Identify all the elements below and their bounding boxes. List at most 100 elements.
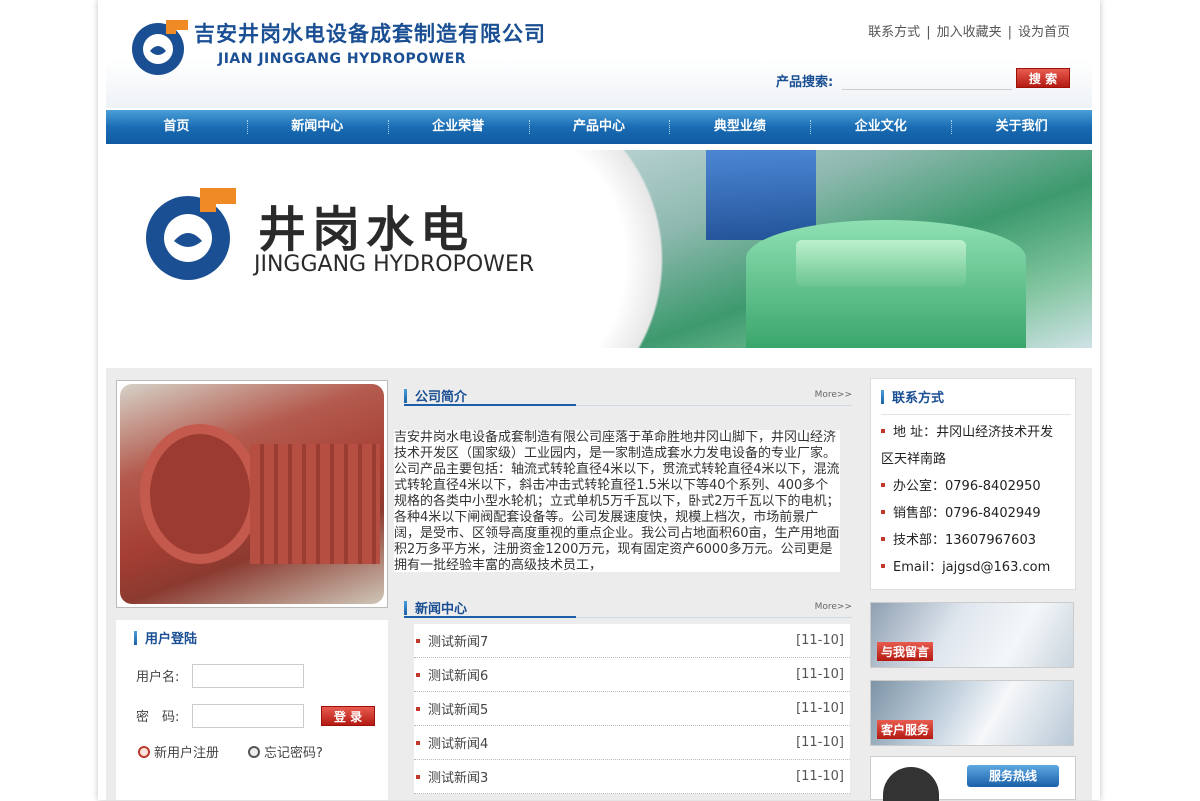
username-label: 用户名: xyxy=(136,670,180,685)
turbine-drum xyxy=(250,444,380,564)
banner-title-cn: 井岗水电 xyxy=(258,202,475,258)
news-item-title[interactable]: 测试新闻3 xyxy=(428,767,488,786)
news-item-title[interactable]: 测试新闻5 xyxy=(428,699,488,718)
news-item-date: [11-10] xyxy=(796,701,844,716)
nav-news[interactable]: 新闻中心 xyxy=(246,110,388,144)
password-label: 密 码: xyxy=(136,710,180,725)
header: 吉安井岗水电设备成套制造有限公司 JIAN JINGGANG HYDROPOWE… xyxy=(106,0,1092,108)
title-underline xyxy=(404,404,576,406)
company-name-cn: 吉安井岗水电设备成套制造有限公司 xyxy=(194,22,546,46)
message-banner[interactable]: 与我留言 xyxy=(870,602,1074,668)
intro-title-text: 公司简介 xyxy=(415,390,468,405)
news-item[interactable]: 测试新闻6 [11-10] xyxy=(414,658,850,692)
contact-sales: 销售部：0796-8402949 xyxy=(881,500,1071,527)
contact-email: Email：jajgsd@163.com xyxy=(881,554,1071,581)
news-item[interactable]: 测试新闻7 [11-10] xyxy=(414,624,850,658)
hotline-banner[interactable]: 服务热线 xyxy=(870,756,1076,801)
contact-line: 技术部：13607967603 xyxy=(893,533,1036,548)
bullet-icon xyxy=(881,510,885,514)
nav-about[interactable]: 关于我们 xyxy=(951,110,1092,144)
message-banner-text: 与我留言 xyxy=(877,642,934,661)
news-item-date: [11-10] xyxy=(796,735,844,750)
bullet-icon xyxy=(881,483,885,487)
phone-icon xyxy=(883,767,939,801)
forgot-text: 忘记密码? xyxy=(264,746,323,761)
divider: | xyxy=(1007,25,1012,40)
magnifier-icon xyxy=(248,746,260,758)
news-item-date: [11-10] xyxy=(796,769,844,784)
contact-line: 地 址：井冈山经济技术开发 xyxy=(893,425,1054,440)
link-contact[interactable]: 联系方式 xyxy=(868,25,920,40)
bullet-icon xyxy=(416,774,420,779)
news-item[interactable]: 测试新闻3 [11-10] xyxy=(414,760,850,794)
service-banner[interactable]: 客户服务 xyxy=(870,680,1074,746)
forgot-password-link[interactable]: 忘记密码? xyxy=(248,742,323,761)
intro-more-link[interactable]: More>> xyxy=(815,390,852,400)
bullet-icon xyxy=(416,638,420,643)
title-bar-icon xyxy=(881,390,884,404)
content-area: 用户登陆 用户名: 密 码: 登 录 新用户注册 忘记密码? 公司简介 More… xyxy=(106,368,1092,801)
news-item-title[interactable]: 测试新闻7 xyxy=(428,631,488,650)
top-links: 联系方式 | 加入收藏夹 | 设为首页 xyxy=(868,21,1070,40)
company-logo-icon[interactable] xyxy=(130,18,190,76)
contact-list: 地 址：井冈山经济技术开发 区天祥南路 办公室：0796-8402950 销售部… xyxy=(881,419,1071,581)
bullet-icon xyxy=(881,429,885,433)
product-photo[interactable] xyxy=(116,380,388,608)
news-title: 新闻中心 xyxy=(404,598,467,617)
bullet-icon xyxy=(416,706,420,711)
link-set-homepage[interactable]: 设为首页 xyxy=(1018,25,1070,40)
news-list: 测试新闻7 [11-10] 测试新闻6 [11-10] 测试新闻5 [11-10] 测… xyxy=(414,624,850,794)
search-button[interactable]: 搜 索 xyxy=(1016,68,1070,88)
contact-title-text: 联系方式 xyxy=(892,391,945,406)
banner-title-en: JINGGANG HYDROPOWER xyxy=(254,252,535,277)
news-item-title[interactable]: 测试新闻4 xyxy=(428,733,488,752)
bullet-icon xyxy=(881,564,885,568)
page-wrapper: 吉安井岗水电设备成套制造有限公司 JIAN JINGGANG HYDROPOWE… xyxy=(98,0,1100,801)
login-title-text: 用户登陆 xyxy=(145,632,198,647)
login-title: 用户登陆 xyxy=(134,628,197,647)
news-item-title[interactable]: 测试新闻6 xyxy=(428,665,488,684)
news-item[interactable]: 测试新闻5 [11-10] xyxy=(414,692,850,726)
intro-text: 吉安井岗水电设备成套制造有限公司座落于革命胜地井冈山脚下，井冈山经济技术开发区（… xyxy=(394,430,840,572)
search-input[interactable] xyxy=(842,68,1012,90)
banner-machinery xyxy=(706,150,816,240)
banner: 井岗水电 JINGGANG HYDROPOWER xyxy=(106,150,1092,348)
contact-address-cont: 区天祥南路 xyxy=(881,452,947,467)
register-icon xyxy=(138,746,150,758)
contact-panel: 联系方式 地 址：井冈山经济技术开发 区天祥南路 办公室：0796-840295… xyxy=(870,378,1076,590)
login-panel: 用户登陆 用户名: 密 码: 登 录 新用户注册 忘记密码? xyxy=(116,620,388,800)
service-banner-text: 客户服务 xyxy=(877,720,934,739)
main-nav: 首页 新闻中心 企业荣誉 产品中心 典型业绩 企业文化 关于我们 xyxy=(106,110,1092,144)
nav-culture[interactable]: 企业文化 xyxy=(810,110,951,144)
bullet-icon xyxy=(416,672,420,677)
bullet-icon xyxy=(881,537,885,541)
contact-line: Email：jajgsd@163.com xyxy=(893,560,1051,575)
contact-tech: 技术部：13607967603 xyxy=(881,527,1071,554)
title-underline xyxy=(404,616,576,618)
password-input[interactable] xyxy=(192,704,304,728)
turbine-image xyxy=(120,384,384,604)
login-button[interactable]: 登 录 xyxy=(321,706,375,726)
contact-office: 办公室：0796-8402950 xyxy=(881,473,1071,500)
news-item-date: [11-10] xyxy=(796,667,844,682)
news-item[interactable]: 测试新闻4 [11-10] xyxy=(414,726,850,760)
bullet-icon xyxy=(416,740,420,745)
company-name-en: JIAN JINGGANG HYDROPOWER xyxy=(218,51,466,67)
username-input[interactable] xyxy=(192,664,304,688)
turbine-ring xyxy=(140,424,260,564)
contact-title: 联系方式 xyxy=(881,387,944,406)
contact-address: 地 址：井冈山经济技术开发 xyxy=(881,419,1071,446)
news-item-date: [11-10] xyxy=(796,633,844,648)
news-more-link[interactable]: More>> xyxy=(815,602,852,612)
intro-title: 公司简介 xyxy=(404,386,467,405)
contact-line: 办公室：0796-8402950 xyxy=(893,479,1041,494)
title-bar-icon xyxy=(134,631,137,645)
nav-home[interactable]: 首页 xyxy=(106,110,247,144)
register-link[interactable]: 新用户注册 xyxy=(138,742,219,761)
link-add-favorite[interactable]: 加入收藏夹 xyxy=(937,25,1002,40)
nav-cases[interactable]: 典型业绩 xyxy=(669,110,810,144)
divider: | xyxy=(926,25,931,40)
nav-products[interactable]: 产品中心 xyxy=(528,110,670,144)
search-label: 产品搜索: xyxy=(776,75,834,90)
nav-honors[interactable]: 企业荣誉 xyxy=(387,110,529,144)
